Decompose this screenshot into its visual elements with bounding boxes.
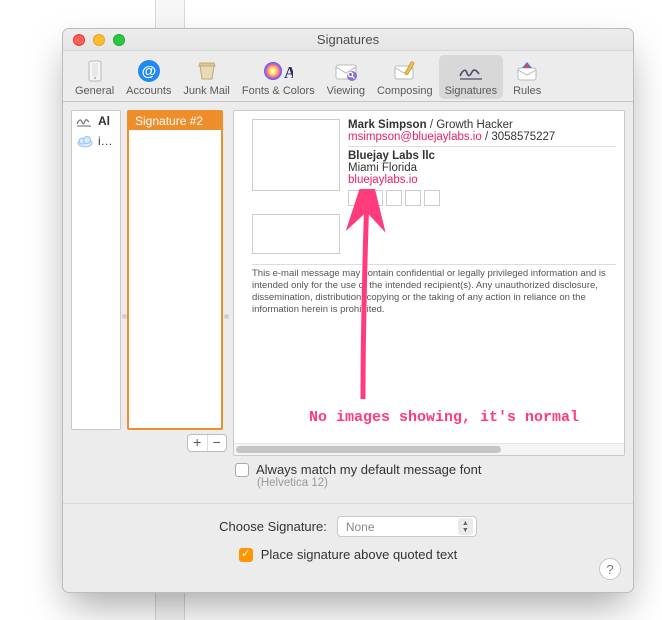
social-icons-row bbox=[348, 190, 616, 206]
sig-role: Growth Hacker bbox=[436, 119, 513, 131]
add-signature-button[interactable]: + bbox=[188, 435, 208, 451]
tab-fonts-colors[interactable]: A Fonts & Colors bbox=[236, 55, 321, 99]
image-placeholder bbox=[252, 119, 340, 191]
signature-small-icon bbox=[76, 114, 94, 128]
composing-icon bbox=[387, 57, 423, 85]
svg-text:A: A bbox=[284, 63, 293, 82]
social-placeholder bbox=[405, 190, 421, 206]
tab-label: Viewing bbox=[327, 85, 365, 97]
tab-viewing[interactable]: Viewing bbox=[321, 55, 371, 99]
account-item-all[interactable]: Al bbox=[72, 111, 120, 131]
account-label: Al bbox=[98, 114, 110, 128]
select-value: None bbox=[346, 520, 375, 534]
signature-item-selected[interactable]: Signature #2 bbox=[129, 112, 221, 130]
tab-rules[interactable]: Rules bbox=[503, 55, 551, 99]
tab-label: Composing bbox=[377, 85, 433, 97]
account-item-icloud[interactable]: i… bbox=[72, 131, 120, 151]
sig-name: Mark Simpson bbox=[348, 119, 427, 131]
titlebar: Signatures bbox=[63, 29, 633, 51]
fonts-colors-icon: A bbox=[260, 57, 296, 85]
sig-location: Miami Florida bbox=[348, 162, 616, 174]
rules-icon bbox=[509, 57, 545, 85]
signatures-icon bbox=[453, 57, 489, 85]
sig-website: bluejaylabs.io bbox=[348, 174, 616, 186]
social-placeholder bbox=[348, 190, 364, 206]
svg-text:@: @ bbox=[141, 63, 156, 80]
sig-company: Bluejay Labs llc bbox=[348, 150, 616, 162]
chevron-updown-icon: ▲▼ bbox=[458, 518, 473, 535]
scrollbar-thumb[interactable] bbox=[236, 446, 501, 453]
font-hint: (Helvetica 12) bbox=[233, 477, 625, 489]
place-above-label: Place signature above quoted text bbox=[261, 547, 458, 562]
tab-label: General bbox=[75, 85, 114, 97]
tab-label: Junk Mail bbox=[183, 85, 229, 97]
preferences-window: Signatures General @ Accounts Junk Mail bbox=[62, 28, 634, 593]
tab-label: Signatures bbox=[445, 85, 498, 97]
help-button[interactable]: ? bbox=[599, 558, 621, 580]
horizontal-scrollbar[interactable] bbox=[234, 443, 624, 455]
choose-signature-label: Choose Signature: bbox=[219, 519, 327, 534]
tab-label: Rules bbox=[513, 85, 541, 97]
viewing-icon bbox=[328, 57, 364, 85]
junk-mail-icon bbox=[189, 57, 225, 85]
tab-label: Accounts bbox=[126, 85, 171, 97]
signature-preview[interactable]: Mark Simpson / Growth Hacker msimpson@bl… bbox=[233, 110, 625, 456]
account-label: i… bbox=[98, 134, 113, 148]
image-placeholder bbox=[252, 214, 340, 254]
place-above-checkbox[interactable]: ✓ bbox=[239, 548, 253, 562]
tab-general[interactable]: General bbox=[69, 55, 120, 99]
tab-label: Fonts & Colors bbox=[242, 85, 315, 97]
toolbar: General @ Accounts Junk Mail A Fonts & C… bbox=[63, 51, 633, 102]
match-font-label: Always match my default message font bbox=[256, 462, 481, 477]
tab-signatures[interactable]: Signatures bbox=[439, 55, 504, 99]
sig-disclaimer: This e-mail message may contain confiden… bbox=[252, 264, 616, 316]
annotation-text: No images showing, it's normal bbox=[309, 409, 579, 426]
add-remove-control: + − bbox=[187, 434, 227, 452]
accounts-list[interactable]: Al i… bbox=[71, 110, 121, 430]
social-placeholder bbox=[424, 190, 440, 206]
general-icon bbox=[77, 57, 113, 85]
tab-accounts[interactable]: @ Accounts bbox=[120, 55, 177, 99]
cloud-icon bbox=[76, 134, 94, 148]
choose-signature-select[interactable]: None ▲▼ bbox=[337, 516, 477, 537]
social-placeholder bbox=[386, 190, 402, 206]
sig-phone: 3058575227 bbox=[491, 131, 555, 143]
tab-composing[interactable]: Composing bbox=[371, 55, 439, 99]
remove-signature-button[interactable]: − bbox=[208, 435, 227, 451]
sig-email: msimpson@bluejaylabs.io bbox=[348, 131, 482, 143]
signatures-list[interactable]: Signature #2 bbox=[127, 110, 223, 430]
match-font-checkbox[interactable] bbox=[235, 463, 249, 477]
window-title: Signatures bbox=[63, 32, 633, 47]
accounts-icon: @ bbox=[131, 57, 167, 85]
tab-junk-mail[interactable]: Junk Mail bbox=[177, 55, 235, 99]
social-placeholder bbox=[367, 190, 383, 206]
